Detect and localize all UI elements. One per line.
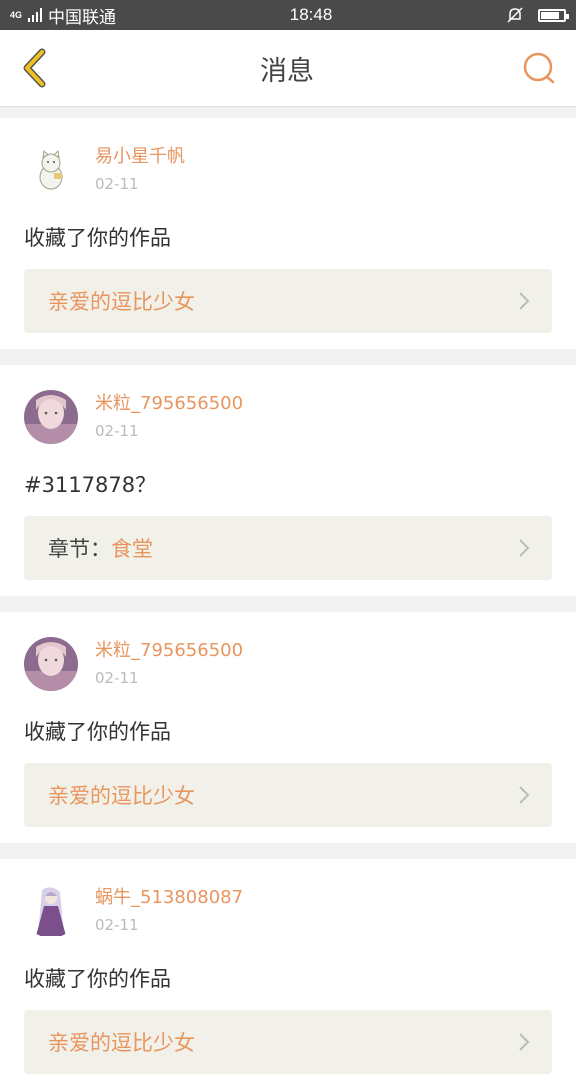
search-button[interactable] [518,47,560,89]
work-link[interactable]: 亲爱的逗比少女 [24,1010,552,1074]
chevron-right-icon [519,292,530,310]
message-time: 02-11 [95,668,139,687]
nav-bar: 消息 [0,30,576,107]
message-header: 易小星千帆 02-11 [24,142,552,198]
avatar[interactable] [24,390,78,444]
status-left: 4G 中国联通 [10,3,116,28]
status-bar: 4G 中国联通 18:48 [0,0,576,30]
link-title: 亲爱的逗比少女 [48,784,195,808]
message-card: 米粒_795656500 02-11 #3117878？ 章节：食堂 [0,365,576,596]
chevron-right-icon [519,539,530,557]
message-header: 蜗牛_513808087 02-11 [24,883,552,939]
message-card: 易小星千帆 02-11 收藏了你的作品 亲爱的逗比少女 [0,118,576,349]
avatar-image [24,884,78,938]
avatar-image [24,390,78,444]
network-type: 4G [10,9,23,20]
signal-icon [28,8,43,22]
username[interactable]: 米粒_795656500 [95,639,243,663]
avatar-image [24,143,78,197]
avatar[interactable] [24,884,78,938]
username[interactable]: 米粒_795656500 [95,392,243,416]
message-time: 02-11 [95,174,139,193]
link-title: 亲爱的逗比少女 [48,290,195,314]
message-time: 02-11 [95,421,139,440]
chevron-left-icon [23,48,46,88]
avatar[interactable] [24,637,78,691]
status-time: 18:48 [289,5,333,24]
message-content: #3117878？ [24,473,157,497]
message-card: 蜗牛_513808087 02-11 收藏了你的作品 亲爱的逗比少女 [0,859,576,1090]
user-meta: 米粒_795656500 02-11 [95,392,243,443]
work-link[interactable]: 亲爱的逗比少女 [24,763,552,827]
username[interactable]: 蜗牛_513808087 [95,886,243,910]
user-meta: 蜗牛_513808087 02-11 [95,886,243,937]
avatar[interactable] [24,143,78,197]
link-text: 亲爱的逗比少女 [48,1027,195,1057]
page-title: 消息 [260,55,314,87]
link-text: 亲爱的逗比少女 [48,780,195,810]
chevron-right-icon [519,786,530,804]
work-link[interactable]: 亲爱的逗比少女 [24,269,552,333]
link-title: 食堂 [111,537,153,561]
message-header: 米粒_795656500 02-11 [24,636,552,692]
link-title: 亲爱的逗比少女 [48,1031,195,1055]
battery-fill [541,11,559,19]
mute-bell-icon [507,7,523,23]
link-prefix: 章节： [48,537,111,561]
status-right [506,6,569,24]
message-card: 米粒_795656500 02-11 收藏了你的作品 亲爱的逗比少女 [0,612,576,843]
message-content: 收藏了你的作品 [24,226,171,250]
user-meta: 易小星千帆 02-11 [95,145,185,196]
link-text: 章节：食堂 [48,533,153,563]
message-content: 收藏了你的作品 [24,967,171,991]
carrier-name: 中国联通 [48,7,117,27]
username[interactable]: 易小星千帆 [95,145,185,169]
battery-icon [538,8,569,22]
search-icon [523,52,555,84]
message-content: 收藏了你的作品 [24,720,171,744]
user-meta: 米粒_795656500 02-11 [95,639,243,690]
message-header: 米粒_795656500 02-11 [24,389,552,445]
back-button[interactable] [14,47,56,89]
chapter-link[interactable]: 章节：食堂 [24,516,552,580]
message-time: 02-11 [95,915,139,934]
link-text: 亲爱的逗比少女 [48,286,195,316]
message-list: 易小星千帆 02-11 收藏了你的作品 亲爱的逗比少女 米粒_795656500… [0,107,576,1090]
chevron-right-icon [519,1033,530,1051]
avatar-image [24,637,78,691]
